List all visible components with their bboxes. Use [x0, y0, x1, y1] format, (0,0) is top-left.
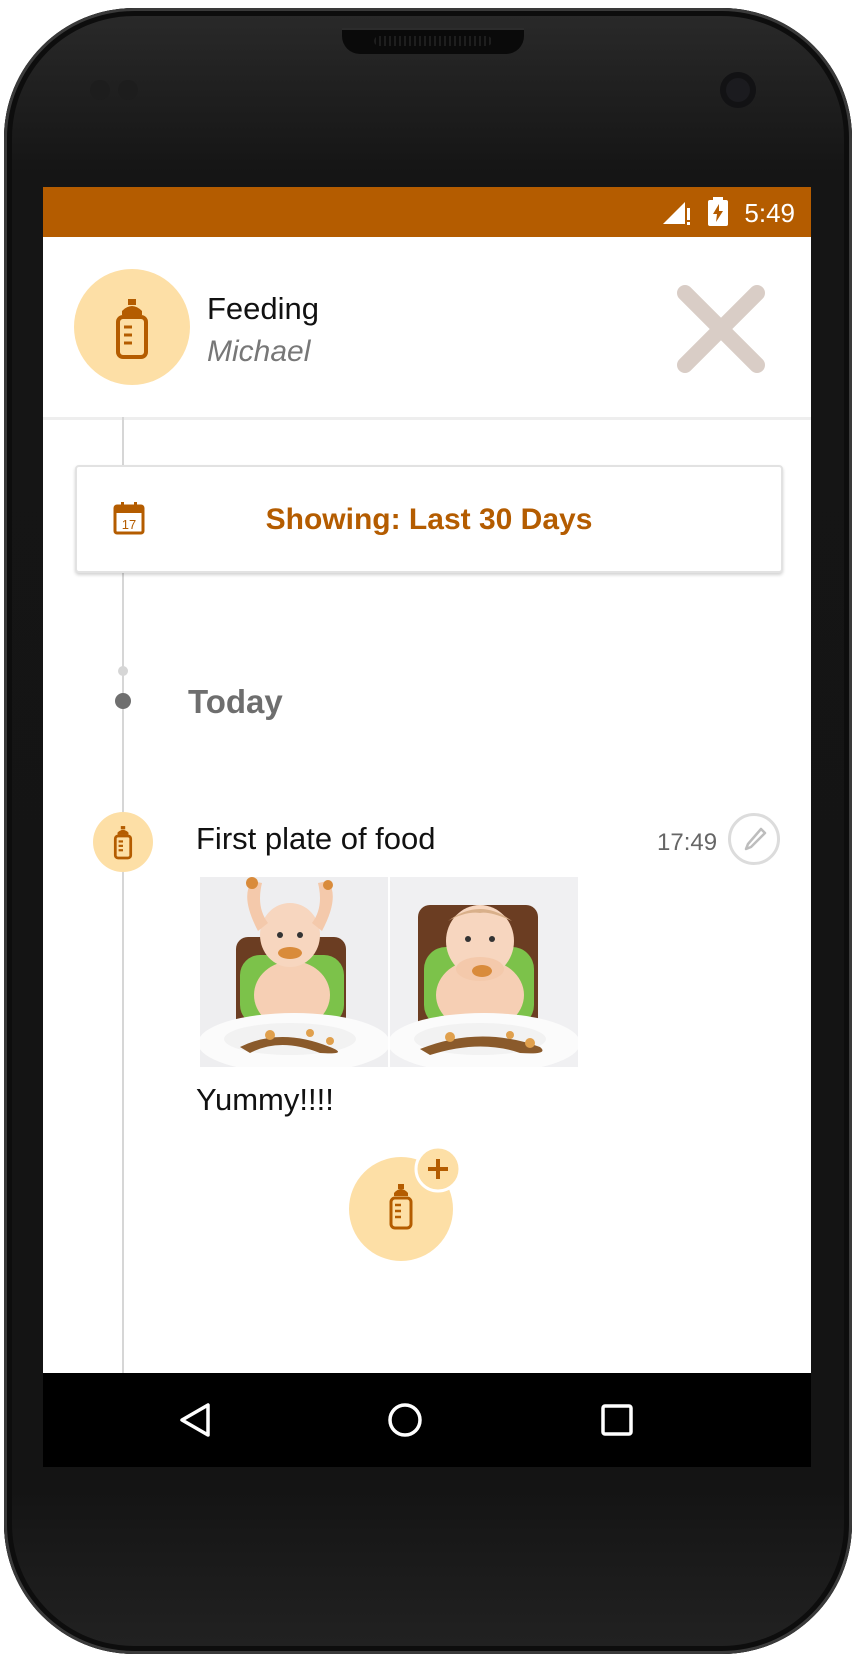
speaker-grille [374, 36, 492, 46]
edit-entry-button[interactable] [728, 813, 780, 865]
baby-bottle-icon [116, 299, 148, 359]
baby-bottle-icon [113, 826, 133, 860]
battery-charging-icon [708, 197, 728, 226]
timeline-line [122, 417, 124, 1467]
timeline-day-dot [115, 693, 131, 709]
status-time: 5:49 [744, 198, 795, 228]
back-triangle-icon[interactable] [178, 1402, 214, 1438]
day-label: Today [188, 683, 283, 720]
entry-time: 17:49 [657, 829, 718, 856]
entry-avatar [93, 812, 153, 872]
app-screen: 5:49 Feeding Michael 17 Showing: Last 30… [43, 187, 811, 1467]
timeline-dot-small [118, 666, 128, 676]
header-title: Feeding [207, 291, 320, 326]
signal-icon [663, 202, 690, 225]
close-icon[interactable] [673, 281, 769, 377]
entry-photo-1[interactable] [200, 877, 388, 1067]
add-feeding-button[interactable] [349, 1147, 463, 1261]
entry-note: Yummy!!!! [196, 1082, 334, 1117]
home-circle-icon[interactable] [386, 1401, 424, 1439]
header-child-name: Michael [207, 335, 311, 368]
navigation-bar [43, 1373, 811, 1467]
entry-title: First plate of food [196, 821, 436, 856]
pencil-icon [744, 827, 767, 851]
status-bar: 5:49 [43, 187, 811, 237]
front-camera [720, 72, 756, 108]
app-header: Feeding Michael [43, 237, 811, 420]
recents-square-icon[interactable] [600, 1403, 634, 1437]
feeding-avatar [74, 269, 190, 385]
entry-photo-2[interactable] [390, 877, 578, 1067]
proximity-sensor [90, 80, 110, 100]
filter-label: Showing: Last 30 Days [265, 503, 593, 536]
light-sensor [118, 80, 138, 100]
date-filter-button[interactable]: 17 Showing: Last 30 Days [75, 465, 783, 573]
